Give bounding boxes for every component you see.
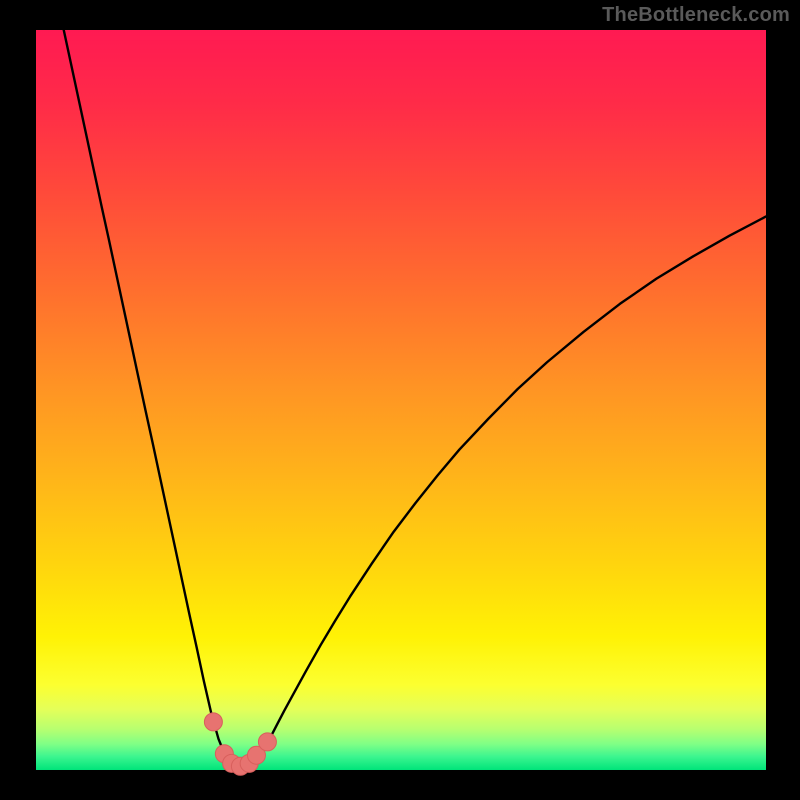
data-marker — [258, 733, 276, 751]
chart-stage: TheBottleneck.com — [0, 0, 800, 800]
data-marker — [204, 713, 222, 731]
plot-background — [36, 30, 766, 770]
chart-svg — [0, 0, 800, 800]
